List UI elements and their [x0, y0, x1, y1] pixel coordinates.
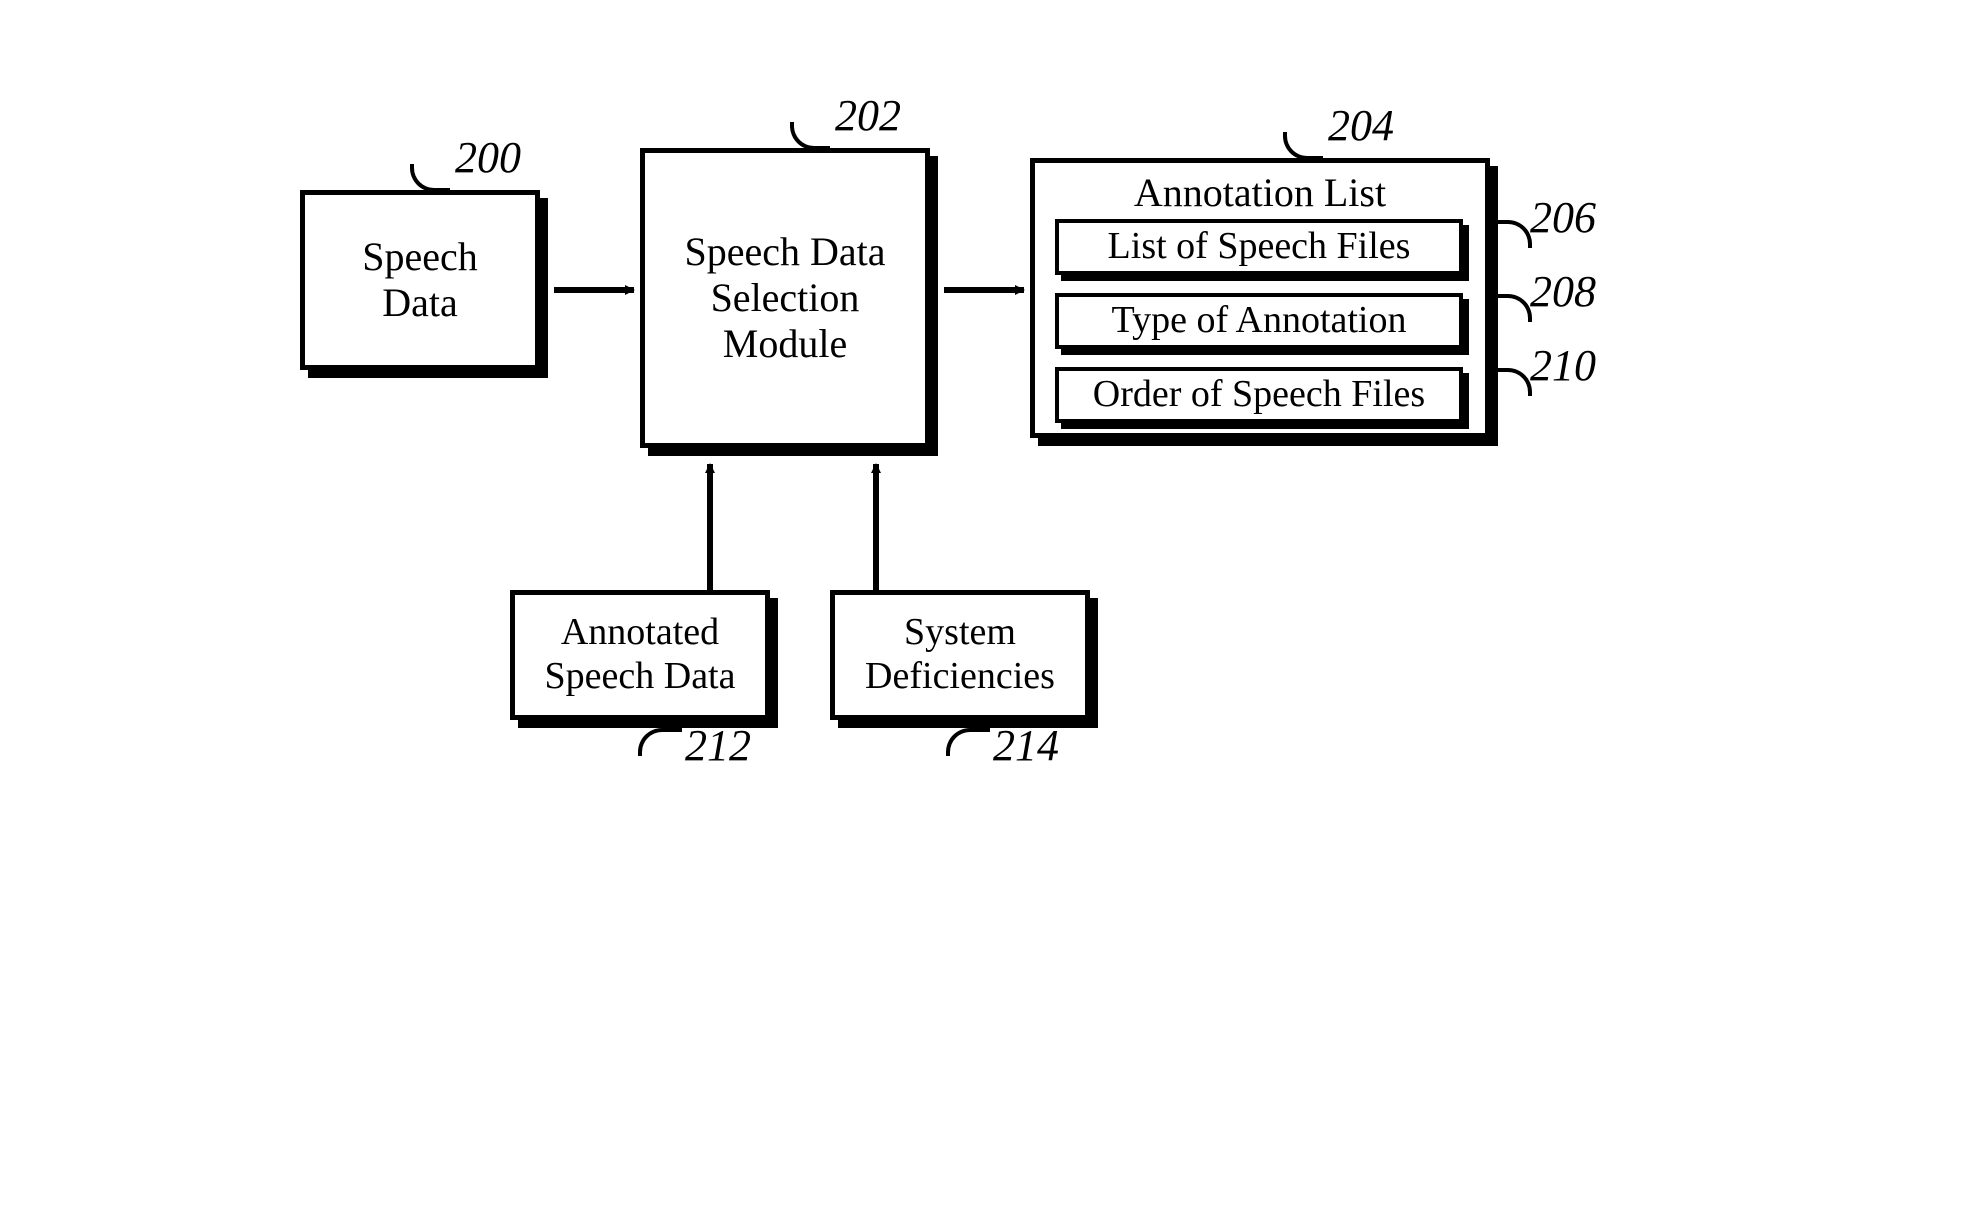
box-annotated-speech-data: Annotated Speech Data	[510, 590, 770, 720]
ref-hook	[410, 164, 450, 192]
ref-hook	[1492, 220, 1532, 248]
ref-202: 202	[835, 90, 901, 141]
box-selection-module: Speech Data Selection Module	[640, 148, 930, 448]
ref-hook	[946, 728, 990, 756]
ref-208: 208	[1530, 266, 1596, 317]
box-list-of-speech-files: List of Speech Files	[1055, 219, 1463, 275]
box-type-of-annotation: Type of Annotation	[1055, 293, 1463, 349]
box-speech-data: Speech Data	[300, 190, 540, 370]
ref-hook	[1492, 368, 1532, 396]
ref-206: 206	[1530, 192, 1596, 243]
box-annotation-list: Annotation List List of Speech Files Typ…	[1030, 158, 1490, 438]
box-selection-module-label: Speech Data Selection Module	[684, 229, 885, 367]
arrow-module-to-list	[938, 270, 1038, 310]
type-of-annotation-label: Type of Annotation	[1112, 300, 1407, 342]
ref-204: 204	[1328, 100, 1394, 151]
arrow-speech-to-module	[548, 270, 648, 310]
order-of-files-label: Order of Speech Files	[1093, 374, 1425, 416]
list-of-files-label: List of Speech Files	[1108, 226, 1411, 268]
ref-214: 214	[993, 720, 1059, 771]
block-diagram: Speech Data 200 Speech Data Selection Mo…	[300, 100, 1650, 800]
box-system-deficiencies: System Deficiencies	[830, 590, 1090, 720]
annotated-speech-label: Annotated Speech Data	[545, 611, 736, 698]
arrow-deficiencies-to-module	[856, 450, 896, 596]
ref-hook	[790, 122, 830, 150]
annotation-list-title: Annotation List	[1035, 169, 1485, 216]
ref-hook	[1492, 294, 1532, 322]
ref-hook	[638, 728, 682, 756]
ref-hook	[1283, 132, 1323, 160]
box-order-of-speech-files: Order of Speech Files	[1055, 367, 1463, 423]
ref-212: 212	[685, 720, 751, 771]
ref-200: 200	[455, 132, 521, 183]
box-speech-data-label: Speech Data	[362, 234, 478, 326]
arrow-annotated-to-module	[690, 450, 730, 596]
ref-210: 210	[1530, 340, 1596, 391]
system-deficiencies-label: System Deficiencies	[865, 611, 1055, 698]
